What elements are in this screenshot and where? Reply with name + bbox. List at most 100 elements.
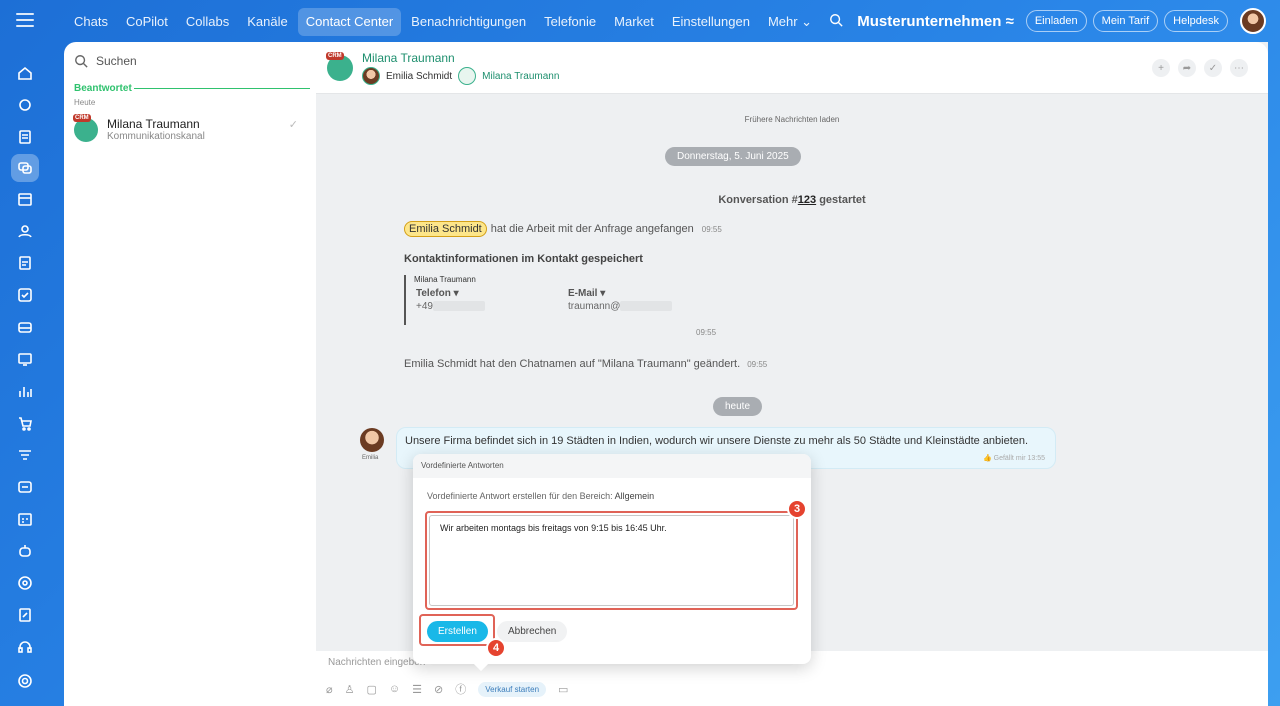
nav-kanaele[interactable]: Kanäle (239, 8, 295, 36)
chat-list-panel: Suchen Beantwortet Heute CRM Milana Trau… (64, 42, 316, 706)
step-badge: 4 (486, 638, 506, 658)
system-message: Emilia Schmidt hat den Chatnamen auf "Mi… (404, 358, 767, 370)
scope-link[interactable]: Allgemein (615, 491, 655, 501)
message-meta: 👍 Gefällt mir 13:55 (982, 455, 1045, 462)
nav-einstellungen[interactable]: Einstellungen (664, 8, 758, 36)
main-nav: Chats CoPilot Collabs Kanäle Contact Cen… (66, 8, 820, 36)
phone-value: +49 (416, 301, 433, 312)
message-text: Unsere Firma befindet sich in 19 Städten… (405, 435, 1029, 447)
start-sale-button[interactable]: Verkauf starten (478, 681, 547, 697)
target-icon[interactable] (14, 572, 36, 594)
message-time: 09:55 (747, 360, 768, 369)
nav-telefonie[interactable]: Telefonie (536, 8, 604, 36)
dashboard-icon[interactable] (14, 476, 36, 498)
template-icon[interactable]: ☰ (412, 683, 422, 696)
header-actions: + ➦ ✓ ⋯ (1152, 59, 1248, 77)
participant-avatar[interactable] (458, 67, 477, 85)
screen-icon[interactable]: ▭ (558, 683, 568, 696)
headset-icon[interactable] (14, 636, 36, 658)
search-placeholder: Suchen (96, 54, 137, 68)
answer-textarea[interactable]: Wir arbeiten montags bis freitags von 9:… (429, 515, 794, 606)
robot-icon[interactable] (14, 94, 36, 116)
search-icon (75, 55, 88, 68)
hide-icon[interactable]: ⊘ (434, 683, 443, 696)
chat-name: Milana Traumann (107, 117, 200, 131)
participant-avatar[interactable] (362, 67, 380, 85)
docs-icon[interactable] (14, 252, 36, 274)
calendar-icon[interactable] (14, 188, 36, 210)
video-icon[interactable] (14, 348, 36, 370)
forward-icon[interactable]: ➦ (1178, 59, 1196, 77)
home-icon[interactable] (14, 62, 36, 84)
form-icon[interactable]: ▢ (367, 683, 377, 696)
more-icon[interactable]: ⋯ (1230, 59, 1248, 77)
group-title[interactable]: Beantwortet (74, 83, 132, 94)
nav-contact-center[interactable]: Contact Center (297, 8, 402, 36)
filter-icon[interactable] (14, 444, 36, 466)
chat-title[interactable]: Milana Traumann (362, 51, 455, 65)
planner-icon[interactable] (14, 508, 36, 530)
day-label: Heute (74, 98, 96, 107)
cart-icon[interactable] (14, 412, 36, 434)
groups-icon[interactable] (14, 220, 36, 242)
chart-icon[interactable] (14, 380, 36, 402)
author-avatar[interactable] (360, 428, 384, 452)
sign-icon[interactable] (14, 604, 36, 626)
conv-number-link[interactable]: 123 (798, 194, 816, 206)
settings-icon[interactable] (14, 670, 36, 692)
email-label[interactable]: E-Mail ▾ (568, 288, 672, 299)
user-icon[interactable]: ♙ (345, 683, 355, 696)
nav-copilot[interactable]: CoPilot (118, 8, 176, 36)
author-name: Emilia (362, 455, 379, 461)
tariff-button[interactable]: Mein Tarif (1092, 10, 1159, 32)
tasks-icon[interactable] (14, 284, 36, 306)
user-avatar[interactable] (1240, 8, 1266, 34)
step-badge: 3 (787, 499, 807, 519)
feed-icon[interactable] (14, 126, 36, 148)
menu-icon[interactable] (16, 13, 34, 27)
chat-participants: Emilia Schmidt Milana Traumann (362, 67, 559, 85)
bot-icon[interactable] (14, 540, 36, 562)
check-circle-icon[interactable]: ✓ (1204, 59, 1222, 77)
redacted (620, 301, 673, 312)
attach-icon[interactable]: ⌀ (326, 683, 333, 696)
system-text: hat die Arbeit mit der Anfrage angefange… (490, 223, 694, 235)
system-message: Emilia Schmidt hat die Arbeit mit der An… (404, 221, 722, 237)
divider (134, 88, 310, 89)
chat-subtitle: Kommunikationskanal (107, 131, 205, 142)
nav-collabs[interactable]: Collabs (178, 8, 237, 36)
participant-name[interactable]: Emilia Schmidt (386, 71, 452, 82)
date-separator: heute (713, 397, 763, 416)
load-more-link[interactable]: Frühere Nachrichten laden (316, 115, 1268, 124)
search-icon[interactable] (829, 13, 843, 30)
invite-button[interactable]: Einladen (1025, 10, 1087, 32)
cancel-button[interactable]: Abbrechen (497, 621, 568, 642)
message-input[interactable]: Nachrichten eingeben (328, 657, 425, 668)
popup-description: Vordefinierte Antwort erstellen für den … (427, 491, 654, 501)
nav-benachrichtigungen[interactable]: Benachrichtigungen (403, 8, 534, 36)
add-icon[interactable]: + (1152, 59, 1170, 77)
messenger-icon[interactable] (11, 154, 39, 182)
inbox-icon[interactable] (14, 316, 36, 338)
nav-mehr[interactable]: Mehr ⌄ (760, 8, 820, 36)
top-right: Musterunternehmen ≈ Einladen Mein Tarif … (829, 8, 1266, 34)
conversation-started: Konversation #123 gestartet (316, 194, 1268, 206)
emoji-icon[interactable]: ☺ (389, 683, 400, 695)
popup-title: Vordefinierte Antworten (413, 454, 811, 478)
quick-answer-icon[interactable]: ⓕ (455, 681, 466, 697)
date-separator: Donnerstag, 5. Juni 2025 (665, 147, 801, 166)
nav-market[interactable]: Market (606, 8, 662, 36)
company-name[interactable]: Musterunternehmen ≈ (857, 13, 1014, 30)
participant-name[interactable]: Milana Traumann (482, 71, 559, 82)
search-box[interactable]: Suchen (74, 54, 137, 68)
message-time: 09:55 (696, 328, 717, 337)
contact-info-title: Kontaktinformationen im Kontakt gespeich… (404, 253, 643, 265)
user-mention[interactable]: Emilia Schmidt (404, 221, 487, 237)
chat-header: CRM Milana Traumann Emilia Schmidt Milan… (316, 42, 1268, 94)
phone-field: Telefon ▾ +49 (416, 288, 485, 312)
phone-label[interactable]: Telefon ▾ (416, 288, 485, 299)
chat-list-item[interactable]: CRM Milana Traumann Kommunikationskanal … (73, 114, 306, 146)
nav-chats[interactable]: Chats (66, 8, 116, 36)
create-button[interactable]: Erstellen (427, 621, 488, 642)
helpdesk-button[interactable]: Helpdesk (1164, 10, 1228, 32)
